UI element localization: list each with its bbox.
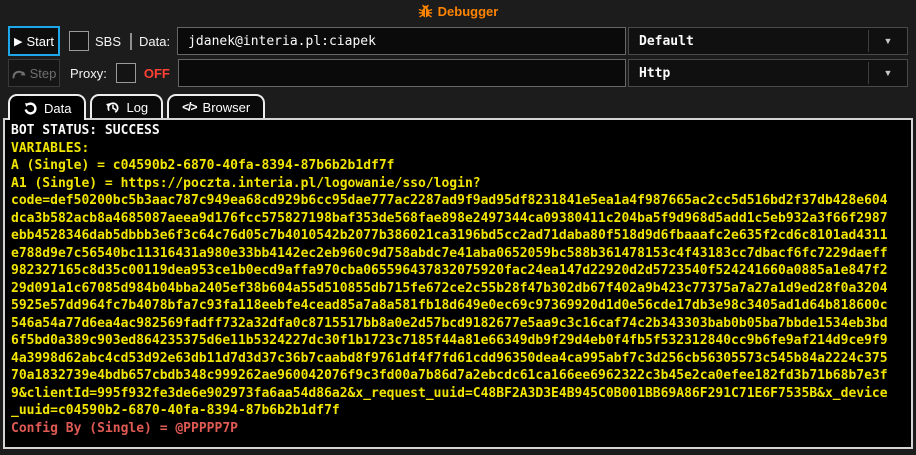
start-button[interactable]: ▶ Start [8,26,60,56]
refresh-icon [23,101,38,116]
play-icon: ▶ [14,35,22,48]
sbs-checkbox[interactable] [69,31,89,51]
toolbar: ▶ Start SBS Data: jdanek@interia.pl:ciap… [0,22,916,88]
tab-data[interactable]: Data [8,94,86,120]
console-line: 9&clientId=995f932fe3de6e902973fa6aa54d8… [11,385,905,403]
toolbar-row-2: Step Proxy: OFF Http ▼ [8,58,908,88]
data-label: Data: [139,34,170,49]
tab-log[interactable]: Log [90,94,163,118]
profile-dropdown[interactable]: Default ▼ [628,27,908,55]
proxy-checkbox[interactable] [116,63,136,83]
toolbar-row-1: ▶ Start SBS Data: jdanek@interia.pl:ciap… [8,26,908,56]
tab-bar: Data Log </> Browser [0,88,916,118]
proxy-type-dropdown-value: Http [629,66,868,81]
start-button-label: Start [27,34,54,49]
chevron-down-icon: ▼ [869,36,907,46]
console-line: 982327165c8d35c00119dea953ce1b0ecd9affa9… [11,262,905,280]
data-input[interactable]: jdanek@interia.pl:ciapek [177,27,626,55]
tab-label: Data [44,101,71,116]
sbs-label: SBS [95,34,121,49]
console-output[interactable]: BOT STATUS: SUCCESSVARIABLES:A (Single) … [3,118,913,449]
proxy-status-badge: OFF [144,66,170,81]
step-button-label: Step [30,66,57,81]
data-input-value: jdanek@interia.pl:ciapek [188,34,376,49]
window-title: Debugger [438,4,499,19]
titlebar: Debugger [0,0,916,22]
toolbar-separator [130,33,132,50]
console-line: 29d091a1c67085d984b04bba2405ef38b604a55d… [11,280,905,298]
history-icon [105,100,120,115]
tab-label: Log [126,100,148,115]
proxy-label: Proxy: [70,66,107,81]
console-line: code=def50200bc5b3aac787c949ea68cd929b6c… [11,192,905,210]
tab-browser[interactable]: </> Browser [167,94,265,118]
console-line: BOT STATUS: SUCCESS [11,122,905,140]
step-arrow-icon [12,68,26,79]
console-line: Config By (Single) = @PPPPP7P [11,420,905,438]
console-line: ebb4528346dab5dbbb3e6f3c64c76d05c7b40105… [11,227,905,245]
console-line: VARIABLES: [11,140,905,158]
bug-icon [418,4,433,19]
console-line: 6f5bd0a389c903ed864235375d6e11b5324227dc… [11,332,905,350]
tab-label: Browser [203,100,251,115]
proxy-input[interactable] [178,59,626,87]
console-line: _uuid=c04590b2-6870-40fa-8394-87b6b2b1df… [11,402,905,420]
console-line: 5925e57dd964fc7b4078bfa7c93fa118eebfe4ce… [11,297,905,315]
console-line: A1 (Single) = https://poczta.interia.pl/… [11,175,905,193]
chevron-down-icon: ▼ [869,68,907,78]
console-line: A (Single) = c04590b2-6870-40fa-8394-87b… [11,157,905,175]
step-button[interactable]: Step [8,59,60,87]
console-line: 70a1832739e4bdb657cbdb348c999262ae960042… [11,367,905,385]
proxy-type-dropdown[interactable]: Http ▼ [628,59,908,87]
console-line: 546a54a77d6ea4ac982569fadff732a32dfa0c87… [11,315,905,333]
code-icon: </> [182,100,196,114]
console-line: 4a3998d62abc4cd53d92e63db11d7d3d37c36b7c… [11,350,905,368]
profile-dropdown-value: Default [629,34,868,49]
console-line: e788d9e7c56540bc11316431a980e33bb4142ec2… [11,245,905,263]
console-line: dca3b582acb8a4685087aeea9d176fcc57582719… [11,210,905,228]
